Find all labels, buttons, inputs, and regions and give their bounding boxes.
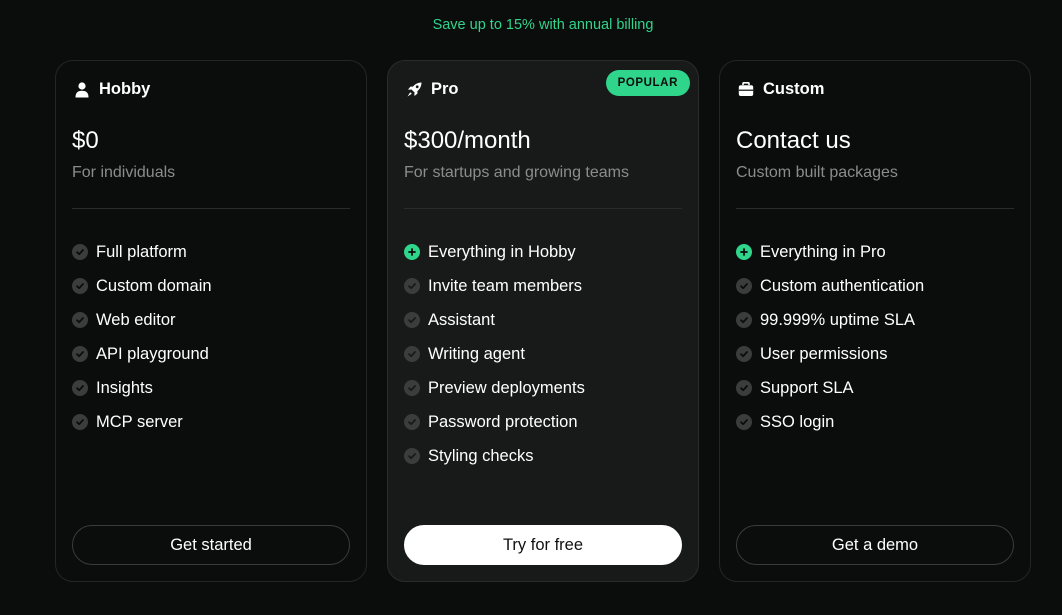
feature-item: Everything in Hobby (404, 235, 585, 269)
feature-label: Everything in Hobby (428, 242, 576, 261)
try-for-free-button[interactable]: Try for free (404, 525, 682, 565)
billing-toggle[interactable] (0, 0, 1062, 2)
feature-item: Everything in Pro (736, 235, 924, 269)
feature-label: MCP server (96, 412, 183, 431)
check-circle-icon (72, 346, 88, 362)
feature-label: API playground (96, 344, 209, 363)
feature-item: Web editor (72, 303, 212, 337)
feature-label: Preview deployments (428, 378, 585, 397)
divider (736, 208, 1014, 209)
check-circle-icon (404, 380, 420, 396)
plan-header: Pro (405, 80, 459, 99)
feature-label: Assistant (428, 310, 495, 329)
check-circle-icon (404, 414, 420, 430)
check-circle-icon (736, 414, 752, 430)
plan-card-custom: Custom Contact us Custom built packages … (719, 60, 1031, 582)
feature-item: 99.999% uptime SLA (736, 303, 924, 337)
feature-item: Styling checks (404, 439, 585, 473)
user-icon (73, 81, 91, 99)
feature-label: Web editor (96, 310, 176, 329)
feature-label: Custom authentication (760, 276, 925, 295)
feature-label: User permissions (760, 344, 888, 363)
feature-item: API playground (72, 337, 212, 371)
feature-list: Everything in Pro Custom authentication … (736, 235, 924, 439)
feature-label: Everything in Pro (760, 242, 886, 261)
feature-list: Everything in Hobby Invite team members … (404, 235, 585, 473)
divider (404, 208, 682, 209)
check-circle-icon (404, 312, 420, 328)
feature-item: Insights (72, 371, 212, 405)
get-a-demo-button[interactable]: Get a demo (736, 525, 1014, 565)
plan-price: $300/month (404, 127, 531, 154)
feature-item: User permissions (736, 337, 924, 371)
feature-item: Writing agent (404, 337, 585, 371)
feature-label: Full platform (96, 242, 187, 261)
pricing-page: Save up to 15% with annual billing Hobby… (0, 0, 1062, 615)
plan-header: Custom (737, 80, 824, 99)
check-circle-icon (736, 346, 752, 362)
feature-label: 99.999% uptime SLA (760, 310, 916, 329)
divider (72, 208, 350, 209)
plan-name: Hobby (99, 80, 151, 98)
feature-label: Styling checks (428, 446, 534, 465)
feature-label: SSO login (760, 412, 835, 431)
check-circle-icon (72, 380, 88, 396)
check-circle-icon (72, 244, 88, 260)
popular-badge: POPULAR (605, 70, 690, 96)
feature-item: Assistant (404, 303, 585, 337)
check-circle-icon (736, 380, 752, 396)
plan-subtitle: For startups and growing teams (404, 164, 629, 181)
get-started-button[interactable]: Get started (72, 525, 350, 565)
check-circle-icon (736, 278, 752, 294)
check-circle-icon (404, 346, 420, 362)
plan-card-pro: POPULAR Pro $300/month For startups and … (387, 60, 699, 582)
feature-label: Custom domain (96, 276, 212, 295)
feature-item: MCP server (72, 405, 212, 439)
feature-item: Invite team members (404, 269, 585, 303)
feature-item: Custom domain (72, 269, 212, 303)
feature-label: Invite team members (428, 276, 583, 295)
check-circle-icon (72, 414, 88, 430)
feature-label: Password protection (428, 412, 578, 431)
plan-name: Pro (431, 80, 459, 98)
feature-item: Password protection (404, 405, 585, 439)
plan-price: Contact us (736, 127, 851, 154)
check-circle-icon (72, 278, 88, 294)
feature-item: Preview deployments (404, 371, 585, 405)
feature-label: Insights (96, 378, 153, 397)
feature-item: SSO login (736, 405, 924, 439)
plus-circle-icon (404, 244, 420, 260)
plan-card-hobby: Hobby $0 For individuals Full platform C… (55, 60, 367, 582)
feature-list: Full platform Custom domain Web editor A… (72, 235, 212, 439)
check-circle-icon (736, 312, 752, 328)
feature-item: Full platform (72, 235, 212, 269)
plan-subtitle: For individuals (72, 164, 176, 181)
plan-price: $0 (72, 127, 99, 154)
plan-name: Custom (763, 80, 825, 98)
feature-label: Writing agent (428, 344, 525, 363)
feature-label: Support SLA (760, 378, 854, 397)
plan-header: Hobby (73, 80, 150, 99)
feature-item: Support SLA (736, 371, 924, 405)
check-circle-icon (72, 312, 88, 328)
annual-billing-note: Save up to 15% with annual billing (432, 17, 654, 33)
plan-subtitle: Custom built packages (736, 164, 898, 181)
briefcase-icon (737, 81, 755, 99)
rocket-icon (405, 81, 423, 99)
feature-item: Custom authentication (736, 269, 924, 303)
plus-circle-icon (736, 244, 752, 260)
check-circle-icon (404, 448, 420, 464)
check-circle-icon (404, 278, 420, 294)
